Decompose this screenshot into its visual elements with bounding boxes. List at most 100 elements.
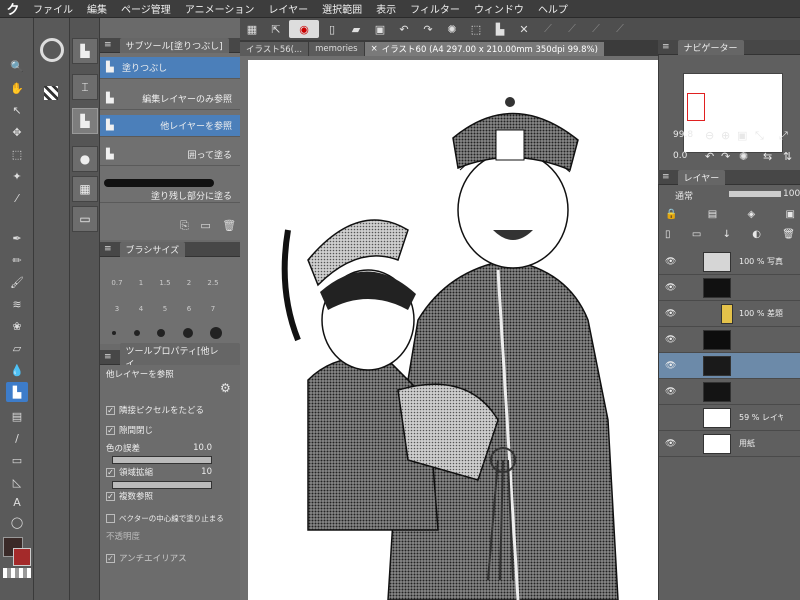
ruler-group-icon[interactable]: ⌶ — [72, 74, 98, 100]
brush-size-cell[interactable]: 1 — [130, 279, 152, 297]
decoration-tool-icon[interactable]: ❀ — [6, 316, 28, 336]
layer-row[interactable]: 👁 — [659, 275, 800, 301]
brush-size-tab[interactable]: ブラシサイズ — [119, 241, 186, 257]
brush-size-cell[interactable]: 2 — [178, 279, 200, 297]
select-tool-icon[interactable]: ⬚ — [6, 144, 28, 164]
new-file-icon[interactable]: ▯ — [321, 20, 343, 38]
move-tool-icon[interactable]: ✥ — [6, 122, 28, 142]
mask-icon[interactable]: ◐ — [752, 229, 761, 243]
blend-mode-select[interactable]: 通常 — [675, 189, 693, 202]
layer-row[interactable]: 👁 用紙 — [659, 431, 800, 457]
layer-row[interactable]: 👁 — [659, 327, 800, 353]
eraser-tool-icon[interactable]: ▱ — [6, 338, 28, 358]
follow-adjacent-row[interactable]: ✓ 隣接ピクセルをたどる — [106, 403, 236, 417]
antialias-row[interactable]: ✓ アンチエイリアス — [106, 551, 236, 565]
new-layer-icon[interactable]: ▯ — [665, 229, 671, 243]
color-circle-icon[interactable]: ● — [72, 146, 98, 172]
export-icon[interactable]: ⇱ — [265, 20, 287, 38]
new-folder-icon[interactable]: ▭ — [692, 229, 701, 243]
quick-access-icon[interactable] — [40, 38, 64, 62]
tab-memories[interactable]: memories — [309, 42, 364, 56]
tab-illust-56[interactable]: イラスト56(... — [240, 42, 309, 56]
texture-icon[interactable] — [44, 86, 58, 100]
open-file-icon[interactable]: ▰ — [345, 20, 367, 38]
merge-down-icon[interactable]: ↓ — [723, 229, 731, 243]
fill-group-icon[interactable]: ▙ — [72, 38, 98, 64]
checkbox[interactable]: ✓ — [106, 425, 115, 435]
eye-icon[interactable]: 👁 — [665, 361, 676, 371]
menu-layer[interactable]: レイヤー — [261, 1, 315, 16]
layer-row[interactable]: 👁 — [659, 353, 800, 379]
blend-tool-icon[interactable]: 💧 — [6, 360, 28, 380]
app-logo[interactable]: ク — [0, 0, 26, 18]
close-gap-row[interactable]: ✓ 隙間閉じ — [106, 423, 236, 437]
brush-size-cell[interactable]: 6 — [178, 305, 200, 323]
settings-icon[interactable]: ⚙ — [220, 381, 231, 395]
grid-view-icon[interactable]: ▦ — [241, 20, 263, 38]
zoom-100-icon[interactable]: ▣ — [737, 129, 747, 142]
pen-tool-icon[interactable]: ✒ — [6, 228, 28, 248]
zoom-tool-icon[interactable]: 🔍 — [6, 56, 28, 76]
save-icon[interactable]: ▣ — [369, 20, 391, 38]
clip-studio-icon[interactable]: ◉ — [289, 20, 319, 38]
navigator-view-frame[interactable] — [687, 93, 705, 121]
material-icon[interactable]: ▭ — [72, 206, 98, 232]
hand-tool-icon[interactable]: ✋ — [6, 78, 28, 98]
brush-size-cell[interactable]: 4 — [130, 305, 152, 323]
area-scaling-slider[interactable] — [112, 481, 212, 489]
transform-icon[interactable]: ⬚ — [465, 20, 487, 38]
loading-icon[interactable]: ✺ — [441, 20, 463, 38]
fit-window-icon[interactable]: ⤢ — [779, 129, 788, 143]
layer-tab[interactable]: レイヤー — [677, 169, 726, 185]
drawing-canvas[interactable] — [248, 60, 658, 600]
checkbox[interactable]: ✓ — [106, 467, 115, 477]
figure-tool-icon[interactable]: / — [6, 428, 28, 448]
layer-row[interactable]: 👁 100 % 差題 — [659, 301, 800, 327]
flip-h-icon[interactable]: ⇆ — [763, 150, 772, 163]
brush-size-cell[interactable]: 5 — [154, 305, 176, 323]
brush-size-cell[interactable]: 7 — [202, 305, 224, 323]
eye-icon[interactable]: 👁 — [665, 283, 676, 293]
rotation-value[interactable]: 0.0 — [673, 151, 687, 161]
subtool-item-enclose[interactable]: ▙ 囲って塗る — [100, 144, 240, 166]
airbrush-tool-icon[interactable]: ≋ — [6, 294, 28, 314]
copy-subtool-icon[interactable]: ⎘ — [180, 219, 189, 232]
flip-v-icon[interactable]: ⇅ — [783, 150, 792, 163]
menu-animation[interactable]: アニメーション — [178, 1, 262, 16]
brush-tool-icon[interactable]: 🖌 — [6, 272, 28, 292]
layer-row[interactable]: 👁 — [659, 379, 800, 405]
operation-tool-icon[interactable]: ↖ — [6, 100, 28, 120]
draft-icon[interactable]: ▣ — [786, 209, 795, 223]
checkbox[interactable]: ✓ — [106, 553, 115, 563]
subtool-header-tab[interactable]: サブツール[塗りつぶし] — [119, 37, 229, 53]
ruler-tool-icon[interactable]: ◺ — [6, 472, 28, 492]
text-tool-icon[interactable]: A — [6, 492, 28, 512]
navigator-tab[interactable]: ナビゲーター — [677, 39, 744, 55]
color-margin-slider[interactable] — [112, 456, 212, 464]
vector-center-row[interactable]: ベクターの中心線で塗り止まる — [106, 511, 236, 525]
layer-opacity-value[interactable]: 100 — [783, 189, 800, 199]
gradient-tool-icon[interactable]: ▤ — [6, 406, 28, 426]
rotate-right-icon[interactable]: ↷ — [721, 150, 730, 163]
eye-icon[interactable]: 👁 — [665, 387, 676, 397]
brush-size-cell[interactable]: 2.5 — [202, 279, 224, 297]
rotate-left-icon[interactable]: ↶ — [705, 150, 714, 163]
checkbox[interactable] — [106, 513, 115, 523]
sub-color-swatch[interactable] — [13, 548, 31, 566]
lock-icon[interactable]: 🔒 — [665, 209, 677, 223]
frame-tool-icon[interactable]: ▭ — [6, 450, 28, 470]
fill-active-icon[interactable]: ▙ — [72, 108, 98, 134]
eye-icon[interactable]: 👁 — [665, 309, 676, 319]
reset-rotation-icon[interactable]: ✺ — [739, 150, 748, 163]
disabled-icon-3[interactable]: ⟋ — [585, 20, 607, 38]
close-icon[interactable]: × — [371, 44, 378, 54]
multi-ref-row[interactable]: ✓ 複数参照 — [106, 489, 236, 503]
trash-icon[interactable]: 🗑 — [782, 229, 795, 243]
eye-icon[interactable]: 👁 — [665, 335, 676, 345]
fill-command-icon[interactable]: ▙ — [489, 20, 511, 38]
menu-file[interactable]: ファイル — [26, 1, 80, 16]
subtool-item-edit-only[interactable]: ▙ 編集レイヤーのみ参照 — [100, 88, 240, 110]
brush-size-cell[interactable]: 3 — [106, 305, 128, 323]
menu-filter[interactable]: フィルター — [403, 1, 467, 16]
subtool-item-fill-remaining[interactable]: 塗り残し部分に塗る — [100, 173, 240, 203]
